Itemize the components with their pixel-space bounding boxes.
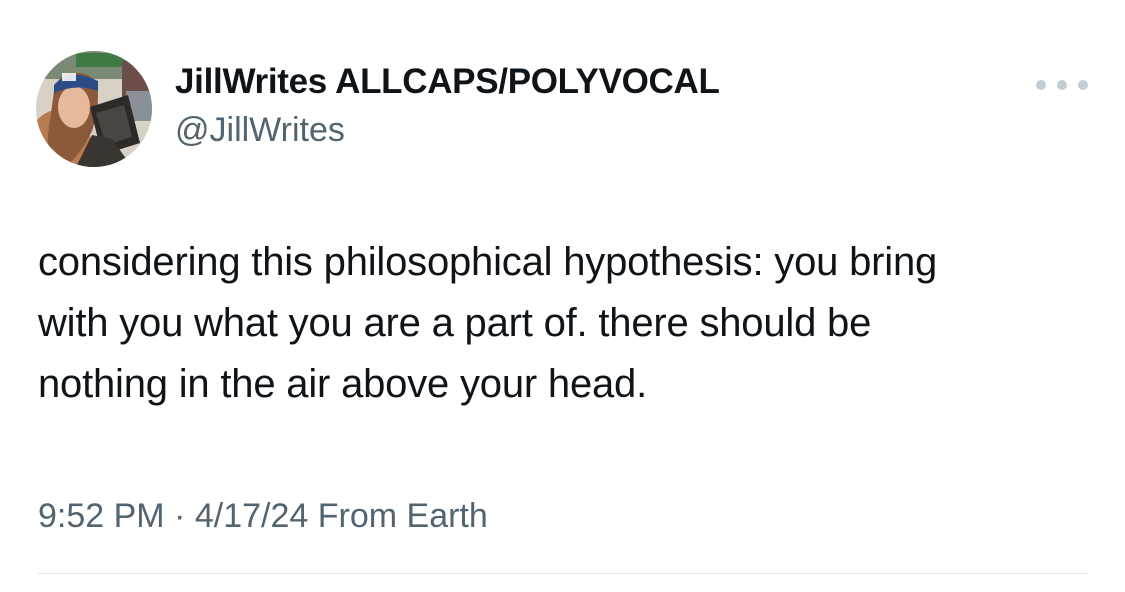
dot-icon — [1036, 80, 1046, 90]
more-horizontal-icon[interactable] — [1036, 70, 1088, 100]
meta-separator: · — [164, 497, 195, 535]
tweet-source: From Earth — [308, 497, 488, 535]
tweet-time[interactable]: 9:52 PM — [38, 497, 165, 535]
divider — [38, 573, 1088, 574]
author-handle[interactable]: @JillWrites — [175, 111, 345, 150]
author-display-name[interactable]: JillWrites ALLCAPS/POLYVOCAL — [175, 62, 720, 102]
avatar[interactable] — [36, 51, 152, 167]
tweet-text-line: considering this philosophical hypothesi… — [38, 240, 938, 284]
dot-icon — [1078, 80, 1088, 90]
avatar-photo — [36, 51, 152, 167]
tweet-text-line: with you what you are a part of. there s… — [38, 301, 872, 345]
tweet: JillWrites ALLCAPS/POLYVOCAL @JillWrites… — [0, 0, 1125, 592]
tweet-text: considering this philosophical hypothesi… — [38, 232, 1098, 415]
tweet-meta: 9:52 PM · 4/17/24 From Earth — [38, 497, 488, 536]
dot-icon — [1057, 80, 1067, 90]
tweet-text-line: nothing in the air above your head. — [38, 362, 647, 406]
tweet-date[interactable]: 4/17/24 — [195, 497, 308, 535]
